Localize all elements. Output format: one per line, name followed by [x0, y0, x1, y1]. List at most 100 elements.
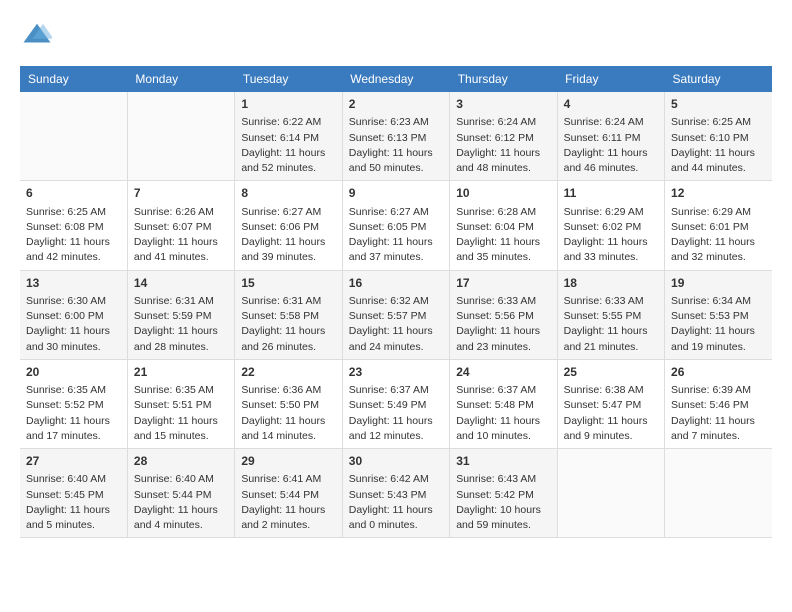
day-info: Daylight: 11 hours and 23 minutes. — [456, 324, 550, 354]
day-number: 16 — [349, 275, 443, 292]
calendar-cell: 27Sunrise: 6:40 AMSunset: 5:45 PMDayligh… — [20, 449, 127, 538]
day-info: Sunrise: 6:25 AM — [671, 115, 766, 130]
weekday-header-monday: Monday — [127, 66, 234, 92]
weekday-header-saturday: Saturday — [665, 66, 772, 92]
calendar-cell: 25Sunrise: 6:38 AMSunset: 5:47 PMDayligh… — [557, 359, 664, 448]
day-info: Daylight: 11 hours and 10 minutes. — [456, 414, 550, 444]
day-number: 18 — [564, 275, 658, 292]
calendar-week-4: 20Sunrise: 6:35 AMSunset: 5:52 PMDayligh… — [20, 359, 772, 448]
day-info: Sunset: 5:59 PM — [134, 309, 228, 324]
day-info: Sunset: 6:08 PM — [26, 220, 121, 235]
day-info: Sunrise: 6:40 AM — [26, 472, 121, 487]
day-number: 11 — [564, 185, 658, 202]
day-number: 19 — [671, 275, 766, 292]
day-info: Sunrise: 6:26 AM — [134, 205, 228, 220]
day-number: 13 — [26, 275, 121, 292]
day-info: Sunset: 5:48 PM — [456, 398, 550, 413]
calendar-week-1: 1Sunrise: 6:22 AMSunset: 6:14 PMDaylight… — [20, 92, 772, 181]
calendar-week-2: 6Sunrise: 6:25 AMSunset: 6:08 PMDaylight… — [20, 181, 772, 270]
day-number: 12 — [671, 185, 766, 202]
day-number: 9 — [349, 185, 443, 202]
day-info: Sunset: 6:12 PM — [456, 131, 550, 146]
day-info: Sunset: 5:53 PM — [671, 309, 766, 324]
day-info: Sunset: 6:07 PM — [134, 220, 228, 235]
calendar-cell — [20, 92, 127, 181]
calendar-cell: 1Sunrise: 6:22 AMSunset: 6:14 PMDaylight… — [235, 92, 342, 181]
day-number: 31 — [456, 453, 550, 470]
day-number: 3 — [456, 96, 550, 113]
day-info: Daylight: 11 hours and 4 minutes. — [134, 503, 228, 533]
day-info: Sunrise: 6:30 AM — [26, 294, 121, 309]
day-info: Sunrise: 6:41 AM — [241, 472, 335, 487]
calendar-cell: 13 Sunrise: 6:30 AMSunset: 6:00 PMDayligh… — [20, 270, 127, 359]
calendar-cell: 15Sunrise: 6:31 AMSunset: 5:58 PMDayligh… — [235, 270, 342, 359]
day-info: Sunset: 5:58 PM — [241, 309, 335, 324]
day-info: Sunset: 5:46 PM — [671, 398, 766, 413]
day-info: Sunrise: 6:28 AM — [456, 205, 550, 220]
day-info: Sunrise: 6:43 AM — [456, 472, 550, 487]
day-number: 2 — [349, 96, 443, 113]
day-info: Daylight: 11 hours and 9 minutes. — [564, 414, 658, 444]
day-number: 28 — [134, 453, 228, 470]
day-info: Daylight: 11 hours and 37 minutes. — [349, 235, 443, 265]
day-info: Sunset: 5:49 PM — [349, 398, 443, 413]
day-info: Daylight: 11 hours and 12 minutes. — [349, 414, 443, 444]
day-info: Sunrise: 6:25 AM — [26, 205, 121, 220]
day-info: Sunset: 5:51 PM — [134, 398, 228, 413]
calendar-week-5: 27Sunrise: 6:40 AMSunset: 5:45 PMDayligh… — [20, 449, 772, 538]
day-info: Daylight: 11 hours and 24 minutes. — [349, 324, 443, 354]
day-info: Sunrise: 6:33 AM — [564, 294, 658, 309]
day-number: 27 — [26, 453, 121, 470]
calendar-cell: 6Sunrise: 6:25 AMSunset: 6:08 PMDaylight… — [20, 181, 127, 270]
day-info: Daylight: 11 hours and 44 minutes. — [671, 146, 766, 176]
calendar-body: 1Sunrise: 6:22 AMSunset: 6:14 PMDaylight… — [20, 92, 772, 538]
calendar-cell: 12Sunrise: 6:29 AMSunset: 6:01 PMDayligh… — [665, 181, 772, 270]
calendar-cell: 16Sunrise: 6:32 AMSunset: 5:57 PMDayligh… — [342, 270, 449, 359]
calendar-cell: 9Sunrise: 6:27 AMSunset: 6:05 PMDaylight… — [342, 181, 449, 270]
calendar-header: SundayMondayTuesdayWednesdayThursdayFrid… — [20, 66, 772, 92]
day-number: 24 — [456, 364, 550, 381]
day-info: Sunrise: 6:34 AM — [671, 294, 766, 309]
calendar-cell — [665, 449, 772, 538]
day-number: 20 — [26, 364, 121, 381]
calendar-cell: 7Sunrise: 6:26 AMSunset: 6:07 PMDaylight… — [127, 181, 234, 270]
calendar-cell — [557, 449, 664, 538]
calendar-cell: 31Sunrise: 6:43 AMSunset: 5:42 PMDayligh… — [450, 449, 557, 538]
calendar-table: SundayMondayTuesdayWednesdayThursdayFrid… — [20, 66, 772, 538]
day-info: Daylight: 11 hours and 33 minutes. — [564, 235, 658, 265]
day-info: Sunrise: 6:39 AM — [671, 383, 766, 398]
day-info: Daylight: 11 hours and 26 minutes. — [241, 324, 335, 354]
calendar-cell: 3Sunrise: 6:24 AMSunset: 6:12 PMDaylight… — [450, 92, 557, 181]
day-number: 23 — [349, 364, 443, 381]
day-number: 10 — [456, 185, 550, 202]
day-number: 30 — [349, 453, 443, 470]
day-number: 22 — [241, 364, 335, 381]
day-info: Sunset: 6:06 PM — [241, 220, 335, 235]
calendar-cell: 28Sunrise: 6:40 AMSunset: 5:44 PMDayligh… — [127, 449, 234, 538]
day-number: 5 — [671, 96, 766, 113]
calendar-cell: 23Sunrise: 6:37 AMSunset: 5:49 PMDayligh… — [342, 359, 449, 448]
calendar-cell: 10Sunrise: 6:28 AMSunset: 6:04 PMDayligh… — [450, 181, 557, 270]
calendar-cell: 26Sunrise: 6:39 AMSunset: 5:46 PMDayligh… — [665, 359, 772, 448]
day-info: Sunrise: 6:42 AM — [349, 472, 443, 487]
logo — [20, 20, 52, 50]
day-info: Sunrise: 6:37 AM — [456, 383, 550, 398]
day-number: 29 — [241, 453, 335, 470]
weekday-header-friday: Friday — [557, 66, 664, 92]
day-info: Sunset: 6:14 PM — [241, 131, 335, 146]
day-info: Daylight: 11 hours and 30 minutes. — [26, 324, 121, 354]
day-info: Sunrise: 6:23 AM — [349, 115, 443, 130]
calendar-cell: 20Sunrise: 6:35 AMSunset: 5:52 PMDayligh… — [20, 359, 127, 448]
day-info: Sunrise: 6:29 AM — [671, 205, 766, 220]
calendar-cell: 21Sunrise: 6:35 AMSunset: 5:51 PMDayligh… — [127, 359, 234, 448]
day-info: Sunset: 5:42 PM — [456, 488, 550, 503]
day-number: 7 — [134, 185, 228, 202]
day-info: Sunset: 6:00 PM — [26, 309, 121, 324]
day-info: Sunrise: 6:38 AM — [564, 383, 658, 398]
day-number: 1 — [241, 96, 335, 113]
day-info: Sunset: 6:10 PM — [671, 131, 766, 146]
weekday-header-sunday: Sunday — [20, 66, 127, 92]
calendar-cell: 22Sunrise: 6:36 AMSunset: 5:50 PMDayligh… — [235, 359, 342, 448]
day-number: 21 — [134, 364, 228, 381]
day-number: 8 — [241, 185, 335, 202]
